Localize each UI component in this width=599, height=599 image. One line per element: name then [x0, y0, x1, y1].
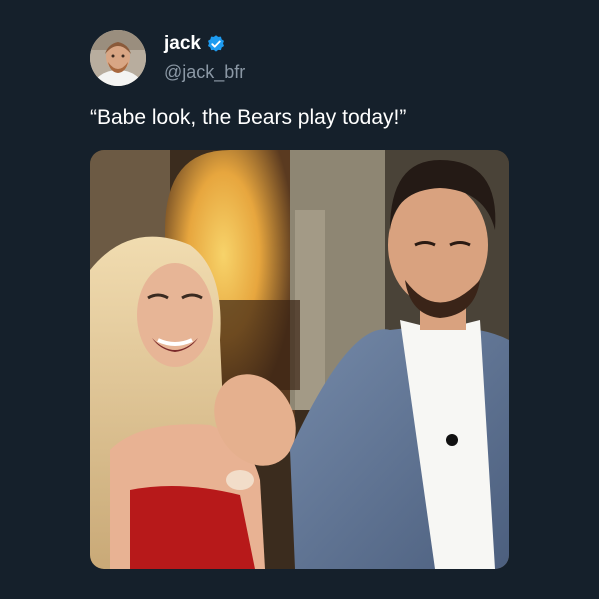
tweet-text: “Babe look, the Bears play today!” [90, 106, 407, 129]
user-handle[interactable]: @jack_bfr [164, 62, 245, 83]
display-name[interactable]: jack [164, 33, 201, 55]
tweet-media-image[interactable] [90, 150, 509, 569]
tweet-card: jack @jack_bfr “Babe look, the Bears pla… [0, 0, 599, 599]
verified-badge-icon [206, 34, 226, 54]
photo-couple-interview [90, 150, 509, 569]
avatar[interactable] [90, 30, 146, 86]
name-row: jack [164, 33, 226, 55]
avatar-photo [90, 30, 146, 86]
